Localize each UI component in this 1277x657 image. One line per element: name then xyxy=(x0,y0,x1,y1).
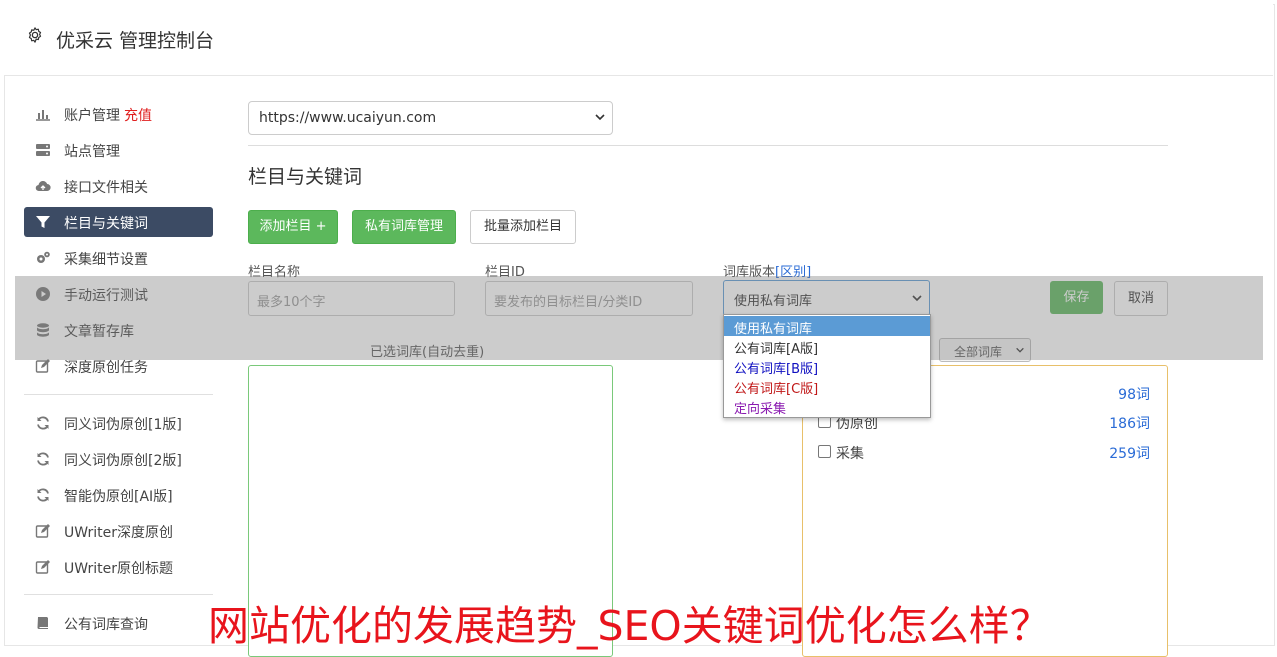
sidebar-item-uwriter-deep[interactable]: UWriter深度原创 xyxy=(24,516,213,546)
filter-icon xyxy=(36,216,50,228)
top-bar: 优采云 管理控制台 xyxy=(4,4,1273,76)
site-select[interactable]: https://www.ucaiyun.com xyxy=(248,101,613,135)
sidebar-item-sites[interactable]: 站点管理 xyxy=(24,135,213,165)
lib-item-count[interactable]: 259词 xyxy=(1109,443,1150,463)
refresh-icon xyxy=(37,416,49,430)
lib-item-count[interactable]: 98词 xyxy=(1118,384,1150,404)
sidebar-item-synonym-v2[interactable]: 同义词伪原创[2版] xyxy=(24,444,213,474)
gear-icon xyxy=(28,27,42,43)
version-option[interactable]: 公有词库[B版] xyxy=(724,356,930,377)
sidebar-item-label: UWriter深度原创 xyxy=(64,525,173,541)
sidebar-item-collect-settings[interactable]: 采集细节设置 xyxy=(24,243,213,273)
divider xyxy=(248,145,1168,146)
gears-icon xyxy=(37,251,50,263)
sidebar-item-synonym-v1[interactable]: 同义词伪原创[1版] xyxy=(24,408,213,438)
sidebar-item-label: 公有词库查询 xyxy=(64,617,148,633)
banner-caption: 网站优化的发展趋势_SEO关键词优化怎么样？ xyxy=(208,602,1051,650)
version-option-label: 使用私有词库 xyxy=(734,322,813,337)
sidebar-item-label: 深度原创任务 xyxy=(64,360,148,376)
private-lib-button[interactable]: 私有词库管理 xyxy=(352,210,456,244)
version-option-label: 定向采集 xyxy=(734,402,787,417)
lib-item-checkbox[interactable] xyxy=(818,445,831,458)
book-icon xyxy=(37,617,48,629)
version-option[interactable]: 公有词库[C版] xyxy=(724,376,930,397)
sidebar-item-label: UWriter原创标题 xyxy=(64,561,173,577)
server-icon xyxy=(36,144,50,156)
version-option[interactable]: 定向采集 xyxy=(724,396,930,417)
refresh-icon xyxy=(37,452,49,466)
site-select-value: https://www.ucaiyun.com xyxy=(259,110,437,126)
add-column-button[interactable]: 添加栏目 + xyxy=(248,210,338,244)
version-option-label: 公有词库[B版] xyxy=(734,362,819,377)
version-option-label: 公有词库[C版] xyxy=(734,382,819,397)
lib-item-count[interactable]: 186词 xyxy=(1109,413,1150,433)
edit-icon xyxy=(35,524,50,538)
chevron-down-icon xyxy=(595,114,605,121)
highlight-overlay xyxy=(15,276,1263,360)
sidebar-item-interface[interactable]: 接口文件相关 xyxy=(24,171,213,201)
refresh-icon xyxy=(37,488,49,502)
lib-item-name: 采集 xyxy=(836,446,864,462)
sidebar-item-columns-keywords[interactable]: 栏目与关键词 xyxy=(24,207,213,237)
edit-icon xyxy=(35,359,50,373)
version-option[interactable]: 公有词库[A版] xyxy=(724,336,930,357)
lib-item[interactable]: 采集 259词 xyxy=(818,442,1150,462)
sidebar-item-ai-rewrite[interactable]: 智能伪原创[AI版] xyxy=(24,480,213,510)
version-dropdown-list[interactable]: 使用私有词库 公有词库[A版] 公有词库[B版] 公有词库[C版] 定向采集 xyxy=(723,314,931,418)
sidebar-item-public-lib-query[interactable]: 公有词库查询 xyxy=(24,608,213,638)
version-option-label: 公有词库[A版] xyxy=(734,342,819,357)
batch-add-column-button[interactable]: 批量添加栏目 xyxy=(470,210,576,244)
sidebar-item-label: 站点管理 xyxy=(64,144,120,160)
app-title: 优采云 管理控制台 xyxy=(56,30,215,52)
edit-icon xyxy=(35,560,50,574)
sidebar-item-label: 同义词伪原创[1版] xyxy=(64,417,182,433)
sidebar-item-uwriter-title[interactable]: UWriter原创标题 xyxy=(24,552,213,582)
section-title: 栏目与关键词 xyxy=(248,166,363,188)
sidebar-divider xyxy=(24,394,213,395)
cloud-upload-icon xyxy=(35,181,51,192)
sidebar-item-label: 智能伪原创[AI版] xyxy=(64,489,173,505)
sidebar-item-label: 同义词伪原创[2版] xyxy=(64,453,182,469)
recharge-link[interactable]: 充值 xyxy=(124,108,152,124)
sidebar-item-label: 采集细节设置 xyxy=(64,252,148,268)
version-option[interactable]: 使用私有词库 xyxy=(724,316,930,337)
sidebar-divider xyxy=(24,594,213,595)
sidebar-item-account[interactable]: 账户管理 充值 xyxy=(24,99,213,129)
sidebar-item-label: 接口文件相关 xyxy=(64,180,148,196)
sidebar-item-label: 账户管理 xyxy=(64,108,120,124)
bar-chart-icon xyxy=(36,110,50,121)
sidebar-item-label: 栏目与关键词 xyxy=(64,216,148,232)
